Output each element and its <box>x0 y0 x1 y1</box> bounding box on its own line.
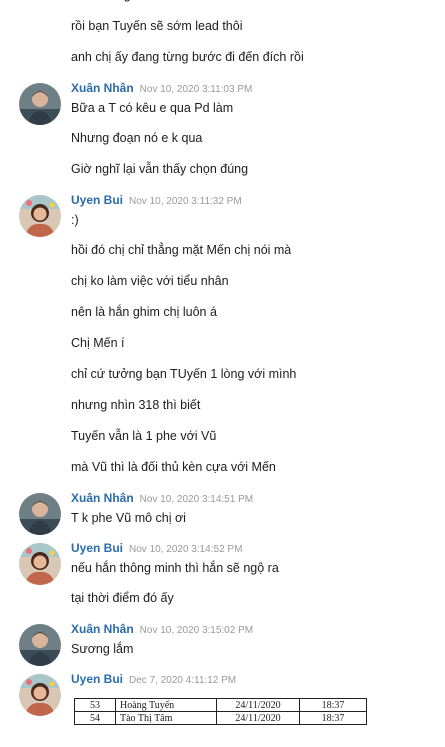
avatar[interactable] <box>19 195 61 237</box>
message-text: Bữa a T có kêu e qua Pd làm <box>71 101 234 115</box>
message-text: nhưng nhìn 318 thì biết <box>71 398 201 412</box>
table-cell: 18:37 <box>299 698 367 712</box>
message-text: anh chị ấy đang từng bước đi đến đích rồ… <box>71 50 304 64</box>
timestamp: Nov 10, 2020 3:11:03 PM <box>139 84 253 95</box>
message-text: tại thời điểm đó ấy <box>71 591 174 605</box>
table-cell: Hoàng Tuyến <box>115 698 217 712</box>
message-group: Xuân Nhân Nov 10, 2020 3:15:02 PM Sương lắ… <box>0 622 445 672</box>
avatar[interactable] <box>19 493 61 535</box>
message-text: Giờ nghĩ lại vẫn thấy chọn đúng <box>71 162 249 176</box>
message-text: T k phe Vũ mô chị ơi <box>71 511 186 525</box>
message-header: Uyen Bui Dec 7, 2020 4:11:12 PM <box>71 672 445 692</box>
table-cell: 53 <box>74 698 116 712</box>
table-cell: 24/11/2020 <box>216 698 300 712</box>
avatar[interactable] <box>19 83 61 125</box>
image-attachment[interactable]: 53 Hoàng Tuyến 24/11/2020 18:37 54 Tào Thị Tâ… <box>74 698 445 725</box>
table-cell: 24/11/2020 <box>216 711 300 725</box>
author-name[interactable]: Xuân Nhân <box>71 81 134 95</box>
table-cell: Tào Thị Tâm <box>115 711 217 725</box>
author-name[interactable]: Uyen Bui <box>71 193 123 207</box>
timestamp: Nov 10, 2020 3:14:52 PM <box>129 544 243 555</box>
attachment-table: 53 Hoàng Tuyến 24/11/2020 18:37 54 Tào Thị Tâ… <box>74 698 367 725</box>
message-text: chỉ cứ tưởng bạn TUyến 1 lòng với mình <box>71 367 297 381</box>
message-header: Xuân Nhân Nov 10, 2020 3:14:51 PM <box>71 491 445 511</box>
message-text: nếu hắn thông minh thì hắn sẽ ngộ ra <box>71 561 279 575</box>
author-name[interactable]: Xuân Nhân <box>71 622 134 636</box>
timestamp: Nov 10, 2020 3:11:32 PM <box>129 196 242 207</box>
message-header: Xuân Nhân Nov 10, 2020 3:11:03 PM <box>71 81 445 101</box>
author-name[interactable]: Uyen Bui <box>71 672 123 686</box>
avatar[interactable] <box>19 624 61 666</box>
chat-feed[interactable]: lúc có kỗ giảrồi bạn Tuyến sẽ sớm lead t… <box>0 0 445 725</box>
table-cell: 54 <box>74 711 116 725</box>
message-group: lúc có kỗ giảrồi bạn Tuyến sẽ sớm lead t… <box>0 0 445 81</box>
message-group: Xuân Nhân Nov 10, 2020 3:14:51 PM T k phe … <box>0 491 445 541</box>
author-name[interactable]: Xuân Nhân <box>71 491 134 505</box>
message-group: Uyen Bui Nov 10, 2020 3:11:32 PM:) hồi đó … <box>0 193 445 491</box>
message-text: hồi đó chị chỉ thẳng mặt Mến chị nói mà <box>71 243 292 257</box>
message-text: chị ko làm việc với tiểu nhân <box>71 274 229 288</box>
author-name[interactable]: Uyen Bui <box>71 541 123 555</box>
message-text: mà Vũ thì là đối thủ kèn cựa với Mến <box>71 460 276 474</box>
message-text: :) <box>71 213 79 227</box>
message-text: Chị Mến í <box>71 336 125 350</box>
message-text: Tuyến vẫn là 1 phe với Vũ <box>71 429 217 443</box>
message-text: lúc có kỗ giả <box>71 0 445 19</box>
message-group: Uyen Bui Nov 10, 2020 3:14:52 PM nếu hắn t… <box>0 541 445 622</box>
message-text: Nhưng đoạn nó e k qua <box>71 131 203 145</box>
timestamp: Nov 10, 2020 3:14:51 PM <box>139 494 254 505</box>
message-group: Uyen Bui Dec 7, 2020 4:11:12 PM 53 Hoàng Tu… <box>0 672 445 725</box>
message-text: Sương lắm <box>71 642 134 656</box>
message-text: rồi bạn Tuyến sẽ sớm lead thôi <box>71 19 243 33</box>
table-row: 53 Hoàng Tuyến 24/11/2020 18:37 <box>74 698 367 712</box>
avatar[interactable] <box>19 674 61 716</box>
message-header: Uyen Bui Nov 10, 2020 3:14:52 PM <box>71 541 445 561</box>
timestamp: Nov 10, 2020 3:15:02 PM <box>139 625 254 636</box>
message-header: Xuân Nhân Nov 10, 2020 3:15:02 PM <box>71 622 445 642</box>
message-group: Xuân Nhân Nov 10, 2020 3:11:03 PM Bữa a T … <box>0 81 445 193</box>
table-cell: 18:37 <box>299 711 367 725</box>
table-row: 54 Tào Thị Tâm 24/11/2020 18:37 <box>74 711 367 725</box>
message-text: nên là hắn ghim chị luôn á <box>71 305 217 319</box>
timestamp: Dec 7, 2020 4:11:12 PM <box>129 675 237 686</box>
avatar[interactable] <box>19 543 61 585</box>
message-header: Uyen Bui Nov 10, 2020 3:11:32 PM <box>71 193 445 213</box>
